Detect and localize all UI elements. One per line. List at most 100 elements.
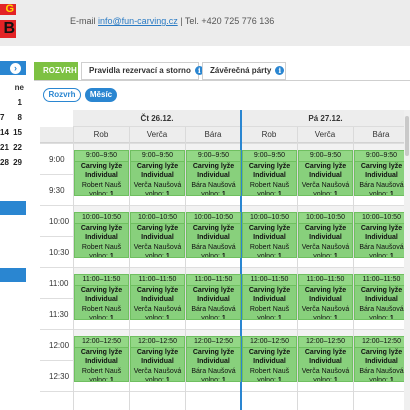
instructor-header: Bára	[372, 130, 390, 139]
free-count: 1	[389, 315, 394, 320]
slot-time: 9:00–9:50	[75, 151, 128, 162]
sidebar-section-bar[interactable]	[0, 268, 26, 282]
booking-slot[interactable]: 9:00–9:50 Carving lyže Individual Verča Nau…	[298, 150, 353, 196]
free-count: 1	[165, 191, 170, 196]
slot-time: 11:00–11:50	[299, 275, 352, 286]
sidebar-calendar-header[interactable]: ›	[0, 61, 26, 75]
lesson-name: Carving lyže	[304, 286, 347, 294]
booking-slot[interactable]: 12:00–12:50 Carving lyže Individual Bára Na…	[186, 336, 241, 382]
view-rozvrh-button[interactable]: Rozvrh	[43, 88, 81, 102]
booking-slot[interactable]: 10:00–10:50 Carving lyže Individual Robert …	[242, 212, 297, 258]
booking-slot[interactable]: 11:00–11:50 Carving lyže Individual Robert …	[74, 274, 129, 320]
booking-slot[interactable]: 10:00–10:50 Carving lyže Individual Robert …	[74, 212, 129, 258]
lesson-type: Individual	[309, 358, 342, 365]
lesson-name: Carving lyže	[360, 348, 403, 356]
booking-slot[interactable]: 11:00–11:50 Carving lyže Individual Verča N…	[130, 274, 185, 320]
lesson-name: Carving lyže	[248, 286, 291, 294]
mini-calendar-day[interactable]: 21	[0, 143, 9, 152]
booking-slot[interactable]: 9:00–9:50 Carving lyže Individual Robert Na…	[242, 150, 297, 196]
lesson-type: Individual	[253, 358, 286, 365]
free-count: 1	[389, 253, 394, 258]
booking-slot[interactable]: 9:00–9:50 Carving lyže Individual Bára Nauš…	[186, 150, 241, 196]
free-spots: volno: 1	[201, 377, 226, 382]
free-spots: volno: 1	[145, 315, 170, 320]
lesson-type: Individual	[365, 296, 398, 303]
booking-slot[interactable]: 10:00–10:50 Carving lyže Individual Verča N…	[130, 212, 185, 258]
instructor-header: Rob	[261, 130, 277, 139]
free-spots: volno: 1	[89, 253, 114, 258]
booking-slot[interactable]: 12:00–12:50 Carving lyže Individual Verča N…	[298, 336, 353, 382]
booking-slot[interactable]: 12:00–12:50 Carving lyže Individual Verča N…	[130, 336, 185, 382]
booking-slot[interactable]: 10:00–10:50 Carving lyže Individual Bára Na…	[186, 212, 241, 258]
lesson-type: Individual	[365, 172, 398, 179]
instructor-name: Bára Naušová	[359, 243, 404, 251]
free-count: 1	[333, 191, 338, 196]
booking-slot[interactable]: 9:00–9:50 Carving lyže Individual Robert Na…	[74, 150, 129, 196]
booking-slot[interactable]: 11:00–11:50 Carving lyže Individual Robert …	[242, 274, 297, 320]
instructor-header: Verča	[146, 130, 168, 139]
free-spots: volno: 1	[145, 191, 170, 196]
vertical-scrollbar[interactable]	[404, 110, 410, 410]
free-spots: volno: 1	[201, 315, 226, 320]
booking-slot[interactable]: 12:00–12:50 Carving lyže Individual Robert …	[242, 336, 297, 382]
lesson-type: Individual	[309, 234, 342, 241]
instructor-header: Verča	[314, 130, 336, 139]
free-spots: volno: 1	[369, 377, 394, 382]
mini-calendar-day[interactable]: 15	[13, 128, 22, 137]
view-mesic-button[interactable]: Měsíc	[85, 88, 117, 102]
lesson-type: Individual	[141, 172, 174, 179]
time-label: 12:00	[49, 341, 70, 350]
free-count: 1	[221, 253, 226, 258]
lesson-type: Individual	[365, 234, 398, 241]
lesson-name: Carving lyže	[192, 224, 235, 232]
brand-logo[interactable]: G B	[0, 0, 16, 40]
mini-calendar-day[interactable]: 22	[13, 143, 22, 152]
tab-label: ROZVRH	[43, 66, 77, 75]
mini-calendar-day[interactable]: 8	[18, 113, 22, 122]
tab-pravidla[interactable]: Pravidla rezervací a storno i	[81, 62, 204, 80]
instructor-name: Bára Naušová	[191, 305, 236, 313]
tab-label: Závěrečná párty	[210, 66, 272, 75]
mini-calendar-day[interactable]: 29	[13, 158, 22, 167]
lesson-name: Carving lyže	[192, 286, 235, 294]
mini-calendar-day[interactable]: 28	[0, 158, 9, 167]
free-count: 1	[109, 253, 114, 258]
instructor-name: Robert Nauš	[249, 305, 290, 313]
mini-calendar-day[interactable]: 14	[0, 128, 9, 137]
chevron-right-icon[interactable]: ›	[10, 63, 21, 74]
sidebar-section-bar[interactable]	[0, 201, 26, 215]
lesson-name: Carving lyže	[192, 162, 235, 170]
tab-rozvrh[interactable]: ROZVRH	[34, 62, 78, 80]
instructor-name: Robert Nauš	[249, 181, 290, 189]
email-link[interactable]: info@fun-carving.cz	[98, 16, 178, 26]
lesson-name: Carving lyže	[80, 224, 123, 232]
scrollbar-thumb[interactable]	[405, 116, 409, 156]
booking-slot[interactable]: 12:00–12:50 Carving lyže Individual Bára Na…	[354, 336, 409, 382]
booking-slot[interactable]: 12:00–12:50 Carving lyže Individual Robert …	[74, 336, 129, 382]
free-count: 1	[109, 377, 114, 382]
time-column	[40, 143, 73, 410]
booking-slot[interactable]: 11:00–11:50 Carving lyže Individual Bára Na…	[354, 274, 409, 320]
lesson-name: Carving lyže	[80, 348, 123, 356]
lesson-type: Individual	[253, 172, 286, 179]
lesson-name: Carving lyže	[248, 224, 291, 232]
free-spots: volno: 1	[145, 377, 170, 382]
day-header: Pá 27.12.	[308, 114, 343, 123]
booking-slot[interactable]: 10:00–10:50 Carving lyže Individual Bára Na…	[354, 212, 409, 258]
tab-zaverecna-party[interactable]: Závěrečná párty i	[202, 62, 286, 80]
lesson-type: Individual	[309, 172, 342, 179]
booking-slot[interactable]: 11:00–11:50 Carving lyže Individual Bára Na…	[186, 274, 241, 320]
free-count: 1	[277, 253, 282, 258]
lesson-type: Individual	[141, 234, 174, 241]
mini-calendar-day[interactable]: 1	[18, 98, 22, 107]
info-icon[interactable]: i	[275, 66, 285, 76]
mini-calendar-day[interactable]: 7	[0, 113, 4, 122]
contact-separator: |	[180, 16, 183, 26]
time-label: 9:30	[49, 186, 65, 195]
booking-slot[interactable]: 10:00–10:50 Carving lyže Individual Verča N…	[298, 212, 353, 258]
booking-slot[interactable]: 9:00–9:50 Carving lyže Individual Bára Nauš…	[354, 150, 409, 196]
time-label: 9:00	[49, 155, 65, 164]
slot-time: 11:00–11:50	[75, 275, 128, 286]
booking-slot[interactable]: 9:00–9:50 Carving lyže Individual Verča Nau…	[130, 150, 185, 196]
booking-slot[interactable]: 11:00–11:50 Carving lyže Individual Verča N…	[298, 274, 353, 320]
